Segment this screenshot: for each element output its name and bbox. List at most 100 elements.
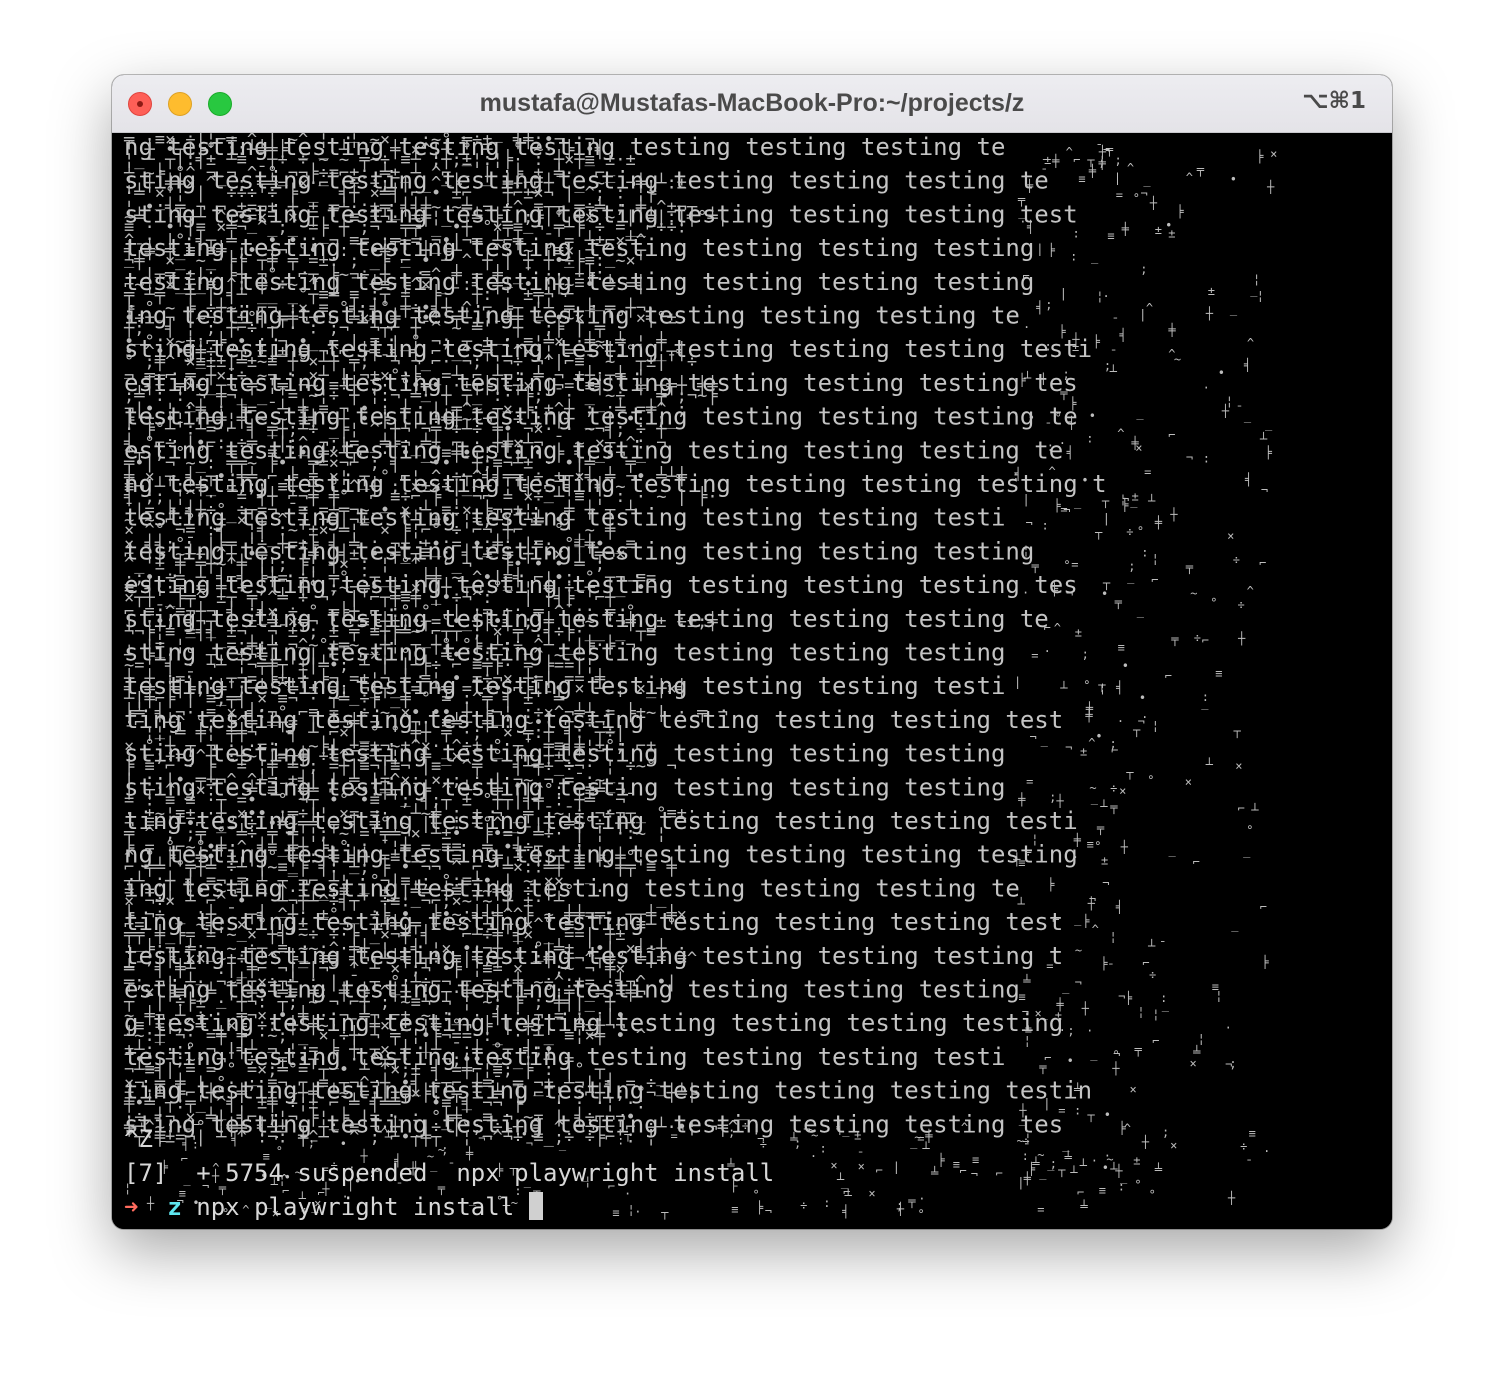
svg-text:_: _ [559, 1137, 567, 1151]
svg-text::: : [1203, 452, 1210, 466]
svg-text:;: ; [1045, 298, 1052, 312]
svg-text:⌐: ⌐ [843, 1185, 850, 1199]
svg-text:╡: ╡ [1119, 327, 1127, 342]
svg-text:¦: ¦ [1110, 930, 1117, 944]
svg-text:⌐: ⌐ [1152, 1034, 1159, 1048]
svg-text:×: × [1035, 1006, 1042, 1020]
svg-text:·: · [634, 1205, 641, 1219]
terminal-content[interactable]: ng testing testing testing testing testi… [112, 133, 1392, 1229]
svg-text:•: • [1139, 691, 1146, 705]
svg-text:┬: ┬ [1233, 724, 1242, 738]
svg-text:=: = [1116, 188, 1123, 202]
svg-text:°: ° [1134, 1178, 1141, 1192]
svg-text:⌐: ⌐ [960, 1164, 967, 1178]
svg-text:·: · [1059, 437, 1066, 451]
svg-text:°: ° [1210, 596, 1217, 610]
svg-text:±: ± [1075, 625, 1082, 639]
svg-text:┼: ┼ [1205, 306, 1214, 321]
svg-text:⌐: ⌐ [1193, 855, 1200, 869]
svg-text:┼: ┼ [1114, 1163, 1123, 1178]
svg-text:╧: ╧ [1073, 1082, 1082, 1097]
svg-text:‾: ‾ [1018, 217, 1026, 231]
svg-text:╡: ╡ [841, 1203, 849, 1218]
svg-text::: : [1160, 991, 1167, 1005]
svg-text:┼: ┼ [1266, 179, 1275, 194]
svg-text:=: = [1031, 648, 1038, 662]
svg-text:·: · [1104, 1149, 1111, 1163]
svg-text:╪: ╪ [1084, 707, 1093, 722]
svg-text:·: · [1103, 290, 1110, 304]
svg-text:•: • [1218, 366, 1225, 380]
svg-text:╡: ╡ [1035, 300, 1043, 315]
svg-text:¬: ¬ [1089, 892, 1096, 906]
prompt-line[interactable]: ➜ z npx playwright install [124, 1190, 543, 1224]
svg-text:┼: ┼ [1221, 403, 1230, 418]
svg-text:·: · [918, 1192, 925, 1206]
svg-text:|: | [1114, 171, 1121, 185]
svg-text:°: ° [1055, 411, 1062, 425]
svg-text:¬: ¬ [1063, 503, 1070, 517]
svg-text:;: ; [728, 1126, 735, 1140]
svg-text:⌐: ⌐ [1052, 913, 1059, 927]
command-text[interactable]: npx playwright install [196, 1193, 514, 1221]
svg-text:┼: ┼ [1012, 852, 1021, 867]
svg-text:;: ; [1104, 359, 1111, 373]
svg-text:;: ; [1110, 737, 1117, 751]
svg-text:|: | [1036, 242, 1043, 256]
svg-text:·: · [1072, 850, 1079, 864]
svg-text:≡: ≡ [731, 1202, 738, 1216]
job-suspended-line: [7] + 5754 suspended npx playwright inst… [124, 1159, 775, 1187]
svg-text:╡: ╡ [1014, 466, 1022, 481]
window-shortcut: ⌥⌘1 [1302, 88, 1366, 114]
svg-text:·: · [1086, 1024, 1093, 1038]
svg-text:≡: ≡ [1249, 1127, 1256, 1141]
svg-text:┼: ┼ [1111, 1061, 1120, 1076]
svg-text:┬: ┬ [1125, 766, 1134, 780]
svg-text:≡: ≡ [1078, 172, 1085, 186]
svg-text:┴: ┴ [1147, 938, 1156, 953]
svg-text:╧: ╧ [1064, 1149, 1073, 1164]
svg-text::: : [1042, 519, 1049, 533]
svg-text:•: • [1122, 659, 1129, 673]
svg-text:°: ° [1133, 192, 1140, 206]
svg-text:÷: ÷ [1233, 553, 1240, 567]
svg-text:°: ° [1246, 824, 1253, 838]
svg-text:~: ~ [1037, 1148, 1044, 1162]
title-bar[interactable]: mustafa@Mustafas-MacBook-Pro:~/projects/… [112, 75, 1392, 133]
svg-text:;: ; [1128, 560, 1135, 574]
svg-text:•: • [340, 1137, 347, 1151]
svg-text:÷: ÷ [1110, 782, 1117, 796]
svg-text:_: _ [1230, 301, 1238, 315]
svg-text:╧: ╧ [1022, 973, 1031, 988]
svg-text:×: × [1130, 1083, 1137, 1097]
svg-text:┴: ┴ [1250, 802, 1259, 817]
svg-text:;: ; [1115, 154, 1122, 168]
svg-text:┼: ┼ [1227, 1190, 1236, 1205]
svg-text:~: ~ [1089, 781, 1096, 795]
svg-text:┴: ┴ [1099, 799, 1108, 814]
svg-text:╞: ╞ [1082, 913, 1090, 928]
svg-text:╞: ╞ [1019, 372, 1027, 387]
svg-text:=: = [1058, 1103, 1065, 1117]
svg-text:_: _ [1091, 250, 1099, 264]
svg-text:~: ~ [914, 1131, 921, 1145]
svg-text:=: = [1037, 1203, 1044, 1217]
svg-text:┴: ┴ [1069, 1164, 1078, 1179]
svg-text:‾: ‾ [910, 1147, 918, 1161]
svg-text:‾: ‾ [1243, 856, 1251, 870]
svg-text:_: _ [1137, 604, 1145, 618]
svg-text:×: × [1270, 147, 1277, 161]
svg-text:⌐: ⌐ [1259, 556, 1266, 570]
svg-text:┼: ┼ [1055, 793, 1064, 808]
svg-text:_: _ [842, 1123, 850, 1137]
svg-text:·: · [1091, 1154, 1098, 1168]
svg-text:‾: ‾ [1047, 1169, 1055, 1183]
svg-text:╡: ╡ [230, 1131, 238, 1146]
svg-text:≡: ≡ [612, 1206, 619, 1220]
svg-text:┼: ┼ [1141, 1134, 1150, 1149]
svg-text:┴: ┴ [384, 1129, 393, 1144]
svg-text:^: ^ [1247, 336, 1254, 350]
svg-text:;: ; [1229, 1057, 1236, 1071]
svg-text:^: ^ [1117, 427, 1124, 441]
svg-text:⌐: ⌐ [1077, 1186, 1084, 1200]
